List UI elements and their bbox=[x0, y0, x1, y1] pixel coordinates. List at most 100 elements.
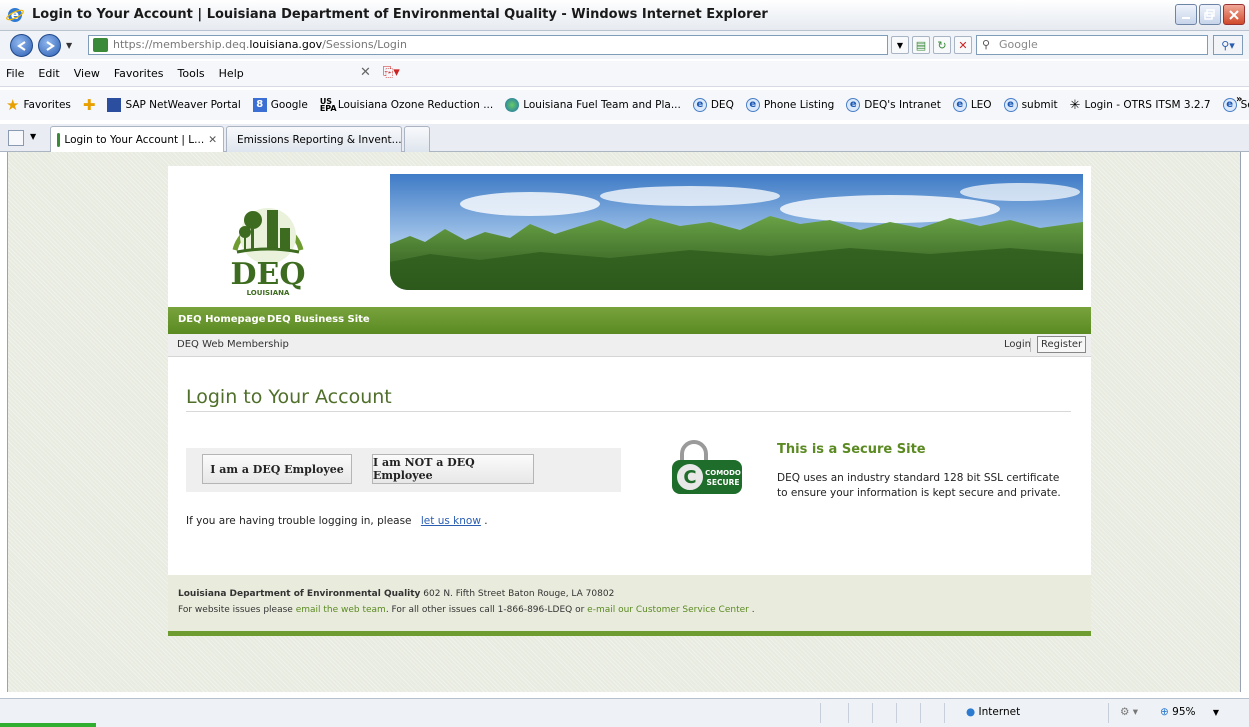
google-icon: 8 bbox=[252, 98, 267, 112]
footer-address: 602 N. Fifth Street Baton Rouge, LA 7080… bbox=[420, 589, 615, 599]
badge-line2: SECURE bbox=[706, 478, 739, 487]
zoom-icon: ⊕ bbox=[1160, 706, 1169, 718]
page-title: Login to Your Account bbox=[186, 386, 392, 408]
favorites-overflow-chevron-icon[interactable]: » bbox=[1236, 94, 1242, 105]
sap-icon bbox=[107, 98, 122, 112]
favorite-item-deq[interactable]: e DEQ bbox=[692, 98, 734, 112]
otrs-icon: ✳ bbox=[1069, 97, 1081, 113]
protected-mode-icon[interactable]: ⚙ ▾ bbox=[1120, 706, 1138, 718]
favorites-label: Favorites bbox=[23, 99, 71, 111]
site-favicon-icon bbox=[93, 38, 108, 52]
tab-emissions[interactable]: Emissions Reporting & Invent... bbox=[226, 126, 402, 152]
comodo-secure-badge: C COMODO SECURE bbox=[672, 440, 742, 494]
stop-button[interactable]: ✕ bbox=[954, 36, 972, 54]
trouble-text: If you are having trouble logging in, pl… bbox=[186, 515, 412, 527]
let-us-know-link[interactable]: let us know bbox=[421, 515, 481, 527]
close-toolbar-icon[interactable]: ✕ bbox=[360, 65, 371, 80]
browser-viewport: DEQ LOUISIANA DEQ Homepage DEQ Business … bbox=[7, 152, 1241, 692]
menu-bar: File Edit View Favorites Tools Help ✕ ⎘▾ bbox=[0, 61, 1249, 87]
refresh-button[interactable]: ↻ bbox=[933, 36, 951, 54]
tab-login[interactable]: Login to Your Account | L... ✕ bbox=[50, 126, 224, 153]
login-choice-panel: I am a DEQ Employee I am NOT a DEQ Emplo… bbox=[186, 448, 621, 492]
nav-deq-business-site[interactable]: DEQ Business Site bbox=[267, 314, 370, 325]
favorite-item-submit[interactable]: e submit bbox=[1003, 98, 1058, 112]
status-bar: ● Internet ⚙ ▾ ⊕ 95% ▼ bbox=[0, 698, 1249, 727]
favorite-item-google[interactable]: 8 Google bbox=[252, 98, 308, 112]
search-input[interactable]: ⚲ Google bbox=[976, 35, 1208, 55]
zoom-control[interactable]: ⊕ 95% ▼ bbox=[1160, 706, 1219, 718]
ie-page-icon: e bbox=[692, 98, 707, 112]
url-prefix: https://membership.deq. bbox=[113, 38, 250, 51]
ie-page-icon: e bbox=[1222, 98, 1237, 112]
footer-text-b: . For all other issues call 1-866-896-LD… bbox=[385, 605, 588, 615]
favorite-item-intranet[interactable]: e DEQ's Intranet bbox=[846, 98, 941, 112]
compatibility-icon: ▤ bbox=[915, 38, 927, 52]
favorite-item-leo[interactable]: e LEO bbox=[952, 98, 992, 112]
forest-banner-image bbox=[390, 174, 1083, 290]
favorite-label: SAP NetWeaver Portal bbox=[125, 99, 241, 111]
menu-edit[interactable]: Edit bbox=[38, 67, 59, 80]
status-divider bbox=[872, 703, 873, 723]
tab-label: Emissions Reporting & Invent... bbox=[237, 133, 402, 146]
quick-tabs-icon[interactable] bbox=[8, 130, 24, 146]
menu-help[interactable]: Help bbox=[219, 67, 244, 80]
back-button[interactable] bbox=[10, 34, 33, 57]
footer-text-c: . bbox=[748, 605, 755, 615]
url-suffix: /Sessions/Login bbox=[322, 38, 407, 51]
favorite-item-phone-listing[interactable]: e Phone Listing bbox=[745, 98, 835, 112]
add-favorite-icon[interactable]: ✚ bbox=[83, 98, 96, 113]
favorite-label: Louisiana Fuel Team and Pla... bbox=[523, 99, 681, 111]
nav-deq-homepage[interactable]: DEQ Homepage bbox=[178, 314, 265, 325]
zone-label: Internet bbox=[978, 706, 1021, 718]
favorites-button[interactable]: ★ Favorites bbox=[6, 98, 71, 113]
site-footer: Louisiana Department of Environmental Qu… bbox=[168, 575, 1091, 631]
login-link[interactable]: Login bbox=[1004, 339, 1031, 350]
minimize-button[interactable] bbox=[1175, 4, 1197, 25]
address-bar[interactable]: https://membership.deq.louisiana.gov/Ses… bbox=[88, 35, 888, 55]
deq-logo: DEQ LOUISIANA bbox=[230, 208, 306, 297]
menu-view[interactable]: View bbox=[74, 67, 100, 80]
favorite-label: LEO bbox=[970, 99, 992, 111]
restore-icon bbox=[1204, 8, 1215, 20]
menu-file[interactable]: File bbox=[6, 67, 24, 80]
new-tab-button[interactable] bbox=[404, 126, 430, 152]
search-button[interactable]: ⚲▾ bbox=[1213, 35, 1243, 55]
close-icon bbox=[1229, 9, 1239, 20]
favorite-label: Google bbox=[270, 99, 308, 111]
globe-icon: ● bbox=[966, 706, 976, 718]
favorite-item-ozone[interactable]: US EPA Louisiana Ozone Reduction ... bbox=[320, 98, 494, 113]
compatibility-view-button[interactable]: ▤ bbox=[912, 36, 930, 54]
register-link[interactable]: Register bbox=[1037, 336, 1087, 353]
status-divider bbox=[920, 703, 921, 723]
favorite-item-sap[interactable]: SAP NetWeaver Portal bbox=[107, 98, 241, 112]
subbar-divider bbox=[1030, 338, 1031, 352]
favorite-label: DEQ bbox=[710, 99, 734, 111]
footer-text-a: For website issues please bbox=[178, 605, 296, 615]
deq-employee-button[interactable]: I am a DEQ Employee bbox=[202, 454, 352, 484]
title-bar: e Login to Your Account | Louisiana Depa… bbox=[0, 0, 1249, 31]
favorite-label: Login - OTRS ITSM 3.2.7 bbox=[1084, 99, 1211, 111]
favorite-item-otrs[interactable]: ✳ Login - OTRS ITSM 3.2.7 bbox=[1070, 98, 1211, 113]
favorites-bar: ★ Favorites ✚ SAP NetWeaver Portal 8 Goog… bbox=[0, 90, 1249, 120]
url-domain: louisiana.gov bbox=[249, 38, 323, 51]
arrow-right-icon bbox=[45, 40, 55, 51]
non-employee-button[interactable]: I am NOT a DEQ Employee bbox=[372, 454, 534, 484]
customer-service-link[interactable]: e-mail our Customer Service Center bbox=[587, 605, 749, 615]
badge-line1: COMODO bbox=[705, 469, 741, 477]
restore-button[interactable] bbox=[1199, 4, 1221, 25]
security-zone[interactable]: ● Internet bbox=[966, 706, 1020, 718]
favorite-label: Phone Listing bbox=[763, 99, 835, 111]
address-dropdown-button[interactable]: ▼ bbox=[891, 36, 909, 54]
recent-pages-dropdown[interactable]: ▼ bbox=[66, 41, 72, 50]
favorite-label: Louisiana Ozone Reduction ... bbox=[337, 99, 494, 111]
favorite-item-fuel-team[interactable]: Louisiana Fuel Team and Pla... bbox=[505, 98, 681, 112]
forward-button[interactable] bbox=[38, 34, 61, 57]
email-web-team-link[interactable]: email the web team bbox=[296, 605, 386, 615]
close-tab-icon[interactable]: ✕ bbox=[208, 134, 217, 146]
pdf-tool-icon[interactable]: ⎘▾ bbox=[383, 65, 400, 80]
menu-favorites[interactable]: Favorites bbox=[114, 67, 164, 80]
tab-list-dropdown-icon[interactable]: ▼ bbox=[30, 132, 36, 141]
close-window-button[interactable] bbox=[1223, 4, 1245, 25]
breadcrumb: DEQ Web Membership bbox=[177, 339, 289, 350]
menu-tools[interactable]: Tools bbox=[178, 67, 205, 80]
